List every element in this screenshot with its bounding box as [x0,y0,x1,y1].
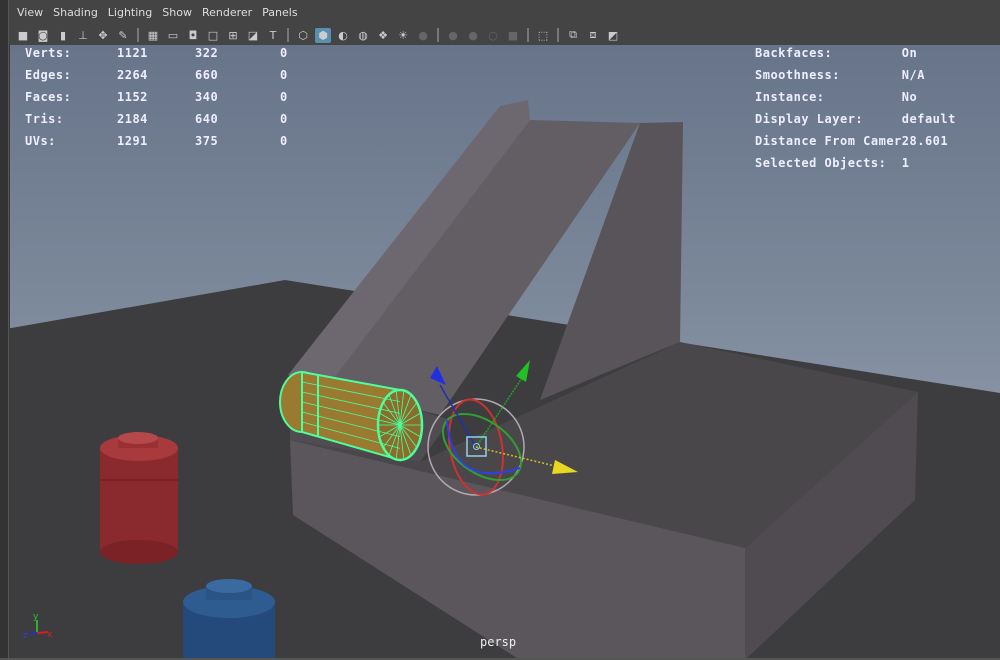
gate-mask-icon[interactable]: □ [205,28,221,43]
info-row: Distance From Camer 28.601 [755,130,982,152]
info-value: On [901,46,918,60]
2d-pan-zoom-icon[interactable]: ✥ [95,28,111,43]
menu-view[interactable]: View [17,6,43,19]
xray-joints-icon[interactable]: ⧈ [585,28,601,43]
ambient-occlusion-icon[interactable]: ● [445,28,461,43]
stat-c: 0 [280,112,288,126]
default-material-icon[interactable]: ◐ [335,28,351,43]
panel-menu-bar: View Shading Lighting Show Renderer Panels [9,0,1000,25]
info-row: Display Layer: default [755,108,982,130]
stat-row: Verts: 1121 322 0 [25,45,300,64]
isolate-select-icon[interactable]: ⬚ [535,28,551,43]
xray-icon[interactable]: ⧉ [565,28,581,43]
stat-c: 0 [280,46,288,60]
axis-x-label: x [47,630,53,640]
menu-lighting[interactable]: Lighting [108,6,152,19]
stat-b: 322 [195,46,219,60]
menu-panels[interactable]: Panels [262,6,297,19]
toolbar-separator [137,28,139,42]
red-cylinder[interactable] [100,432,178,564]
axis-y-label: y [33,612,39,622]
poly-count-hud: Verts: 1121 322 0 Edges: 2264 660 0 Faces: 1152 34… [25,45,300,152]
stat-a: 2264 [117,68,148,82]
stat-label: Faces: [25,90,72,104]
grease-pencil-icon[interactable]: ✎ [115,28,131,43]
info-row: Smoothness: N/A [755,64,982,86]
stat-label: Verts: [25,46,72,60]
safe-title-icon[interactable]: T [265,28,281,43]
film-gate-icon[interactable]: ▭ [165,28,181,43]
toolbar-separator [527,28,529,42]
info-row: Instance: No [755,86,982,108]
stat-a: 1121 [117,46,148,60]
info-label: Distance From Camer [755,134,902,148]
stat-a: 2184 [117,112,148,126]
blue-cylinder[interactable] [183,579,275,658]
info-value: 1 [901,156,910,170]
viewport-persp[interactable]: y z x Verts: 1121 322 0 Edges: 2264 660 0 Faces:… [10,45,1000,658]
info-value: 28.601 [901,134,949,148]
stat-b: 640 [195,112,219,126]
use-lights-icon[interactable]: ☀ [395,28,411,43]
stat-label: Edges: [25,68,72,82]
smooth-shade-icon[interactable]: ⬢ [315,27,331,43]
info-label: Backfaces: [755,46,833,60]
panel-toolbar: ■ ◙ ▮ ⊥ ✥ ✎ ▦ ▭ ◘ □ ⊞ ◪ T ⬡ ⬢ ◐ ◍ ❖ ☀ ● ● ● ○ ■ ⬚ ⧉ ⧈ ◩ [9,25,1000,45]
anti-aliasing-icon[interactable]: ○ [485,28,501,43]
info-value: No [901,90,918,104]
camera-attributes-icon[interactable]: ◙ [35,28,51,43]
stat-c: 0 [280,134,288,148]
camera-icon[interactable]: ■ [15,28,31,43]
info-label: Selected Objects: [755,156,887,170]
axis-z-label: z [23,631,28,641]
camera-name-label: persp [480,635,517,649]
info-label: Smoothness: [755,68,840,82]
stat-row: Faces: 1152 340 0 [25,86,300,108]
motion-blur-icon[interactable]: ● [465,28,481,43]
stat-row: Edges: 2264 660 0 [25,64,300,86]
info-label: Instance: [755,90,825,104]
resolution-gate-icon[interactable]: ◘ [185,28,201,43]
stat-c: 0 [280,90,288,104]
wireframe-on-shaded-icon[interactable]: ❖ [375,28,391,43]
stat-b: 340 [195,90,219,104]
toolbar-separator [557,28,559,42]
info-value: default [901,112,956,126]
panel-edge [0,0,9,660]
stat-row: Tris: 2184 640 0 [25,108,300,130]
stat-label: UVs: [25,134,56,148]
shadows-icon[interactable]: ● [415,28,431,43]
wireframe-icon[interactable]: ⬡ [295,28,311,43]
grid-icon[interactable]: ▦ [145,28,161,43]
menu-shading[interactable]: Shading [53,6,98,19]
field-chart-icon[interactable]: ⊞ [225,28,241,43]
depth-of-field-icon[interactable]: ■ [505,28,521,43]
menu-show[interactable]: Show [162,6,192,19]
toolbar-separator [437,28,439,42]
info-row: Backfaces: On [755,45,982,64]
stat-a: 1152 [117,90,148,104]
menu-renderer[interactable]: Renderer [202,6,252,19]
stat-c: 0 [280,68,288,82]
bookmark-icon[interactable]: ▮ [55,28,71,43]
xray-components-icon[interactable]: ◩ [605,28,621,43]
stat-b: 660 [195,68,219,82]
toolbar-separator [287,28,289,42]
info-label: Display Layer: [755,112,864,126]
image-plane-icon[interactable]: ⊥ [75,28,91,43]
info-row: Selected Objects: 1 [755,152,982,174]
stat-label: Tris: [25,112,64,126]
object-details-hud: Backfaces: On Smoothness: N/A Instance: No Dis… [755,45,982,174]
textured-icon[interactable]: ◍ [355,28,371,43]
stat-b: 375 [195,134,219,148]
info-value: N/A [901,68,925,82]
stat-row: UVs: 1291 375 0 [25,130,300,152]
safe-action-icon[interactable]: ◪ [245,28,261,43]
stat-a: 1291 [117,134,148,148]
